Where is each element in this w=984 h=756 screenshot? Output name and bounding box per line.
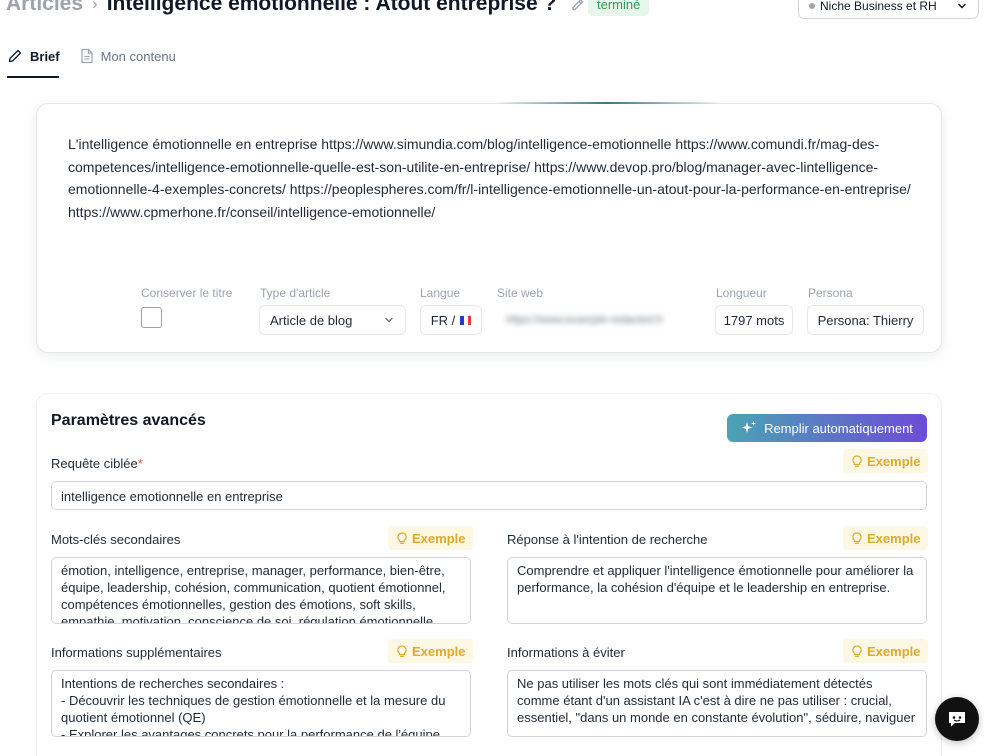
persona-label: Persona: [808, 286, 853, 300]
example-button-keywords[interactable]: Exemple: [388, 526, 474, 550]
pencil-icon: [7, 48, 23, 64]
brief-card-accent: [495, 102, 720, 104]
active-tab-indicator: [7, 76, 59, 78]
example-button-additional[interactable]: Exemple: [388, 639, 474, 663]
example-label: Exemple: [867, 643, 921, 659]
target-query-label: Requête ciblée*: [51, 456, 143, 471]
lightbulb-icon: [396, 644, 408, 658]
lightbulb-icon: [396, 531, 408, 545]
chat-bubble-icon: [946, 708, 968, 730]
chevron-down-icon: [956, 0, 968, 12]
autofill-button[interactable]: Remplir automatiquement: [727, 414, 927, 442]
website-label: Site web: [497, 286, 544, 300]
breadcrumb-articles-link[interactable]: Articles: [6, 0, 83, 16]
lightbulb-icon: [851, 531, 863, 545]
example-label: Exemple: [867, 530, 921, 546]
example-label: Exemple: [867, 453, 921, 469]
breadcrumb-separator: ›: [92, 0, 98, 13]
example-button-avoid[interactable]: Exemple: [843, 639, 929, 663]
article-type-label: Type d'article: [260, 286, 331, 300]
target-query-label-text: Requête ciblée: [51, 456, 138, 471]
niche-dot-icon: [809, 2, 815, 9]
length-value: 1797 mots: [723, 312, 785, 328]
edit-title-icon[interactable]: [570, 0, 586, 13]
example-label: Exemple: [412, 530, 466, 546]
article-type-select[interactable]: Article de blog: [259, 305, 406, 335]
tab-brief[interactable]: Brief: [7, 44, 60, 68]
brief-card: L'intelligence émotionnelle en entrepris…: [36, 103, 942, 353]
language-label: Langue: [420, 286, 461, 300]
avoid-info-label: Informations à éviter: [507, 645, 625, 660]
language-value: FR /: [430, 312, 456, 328]
autofill-button-label: Remplir automatiquement: [764, 420, 913, 436]
target-query-input[interactable]: intelligence emotionnelle en entreprise: [51, 481, 927, 510]
website-field[interactable]: https://www.example-redacted.fr: [496, 305, 701, 335]
additional-info-textarea[interactable]: Intentions de recherches secondaires : -…: [51, 670, 471, 737]
page-title: Intelligence émotionnelle : Atout entrep…: [106, 0, 557, 15]
language-select[interactable]: FR /: [420, 305, 482, 335]
conserve-title-label: Conserver le titre: [141, 286, 233, 300]
advanced-params-title: Paramètres avancés: [51, 412, 206, 429]
tab-bar: Brief Mon contenu: [7, 44, 196, 68]
required-marker: *: [137, 456, 143, 471]
persona-value: Persona: Thierry: [817, 312, 914, 328]
status-badge: terminé: [588, 0, 650, 16]
french-flag-icon: [460, 315, 472, 325]
secondary-keywords-textarea[interactable]: émotion, intelligence, entreprise, manag…: [51, 557, 471, 624]
avoid-info-textarea[interactable]: Ne pas utiliser les mots clés qui sont i…: [507, 670, 927, 737]
search-intent-label: Réponse à l'intention de recherche: [507, 532, 708, 547]
page-header: Articles › Intelligence émotionnelle : A…: [0, 0, 984, 22]
persona-select[interactable]: Persona: Thierry: [807, 305, 924, 335]
brief-textarea[interactable]: L'intelligence émotionnelle en entrepris…: [68, 133, 918, 223]
niche-select[interactable]: Niche Business et RH: [798, 0, 979, 19]
example-button-intent[interactable]: Exemple: [843, 526, 929, 550]
conserve-title-checkbox[interactable]: [141, 307, 162, 328]
sparkles-icon: [741, 420, 757, 436]
tab-brief-label: Brief: [30, 48, 60, 64]
additional-info-label: Informations supplémentaires: [51, 645, 222, 660]
document-icon: [80, 48, 94, 64]
niche-select-value: Niche Business et RH: [820, 0, 937, 13]
secondary-keywords-label: Mots-clés secondaires: [51, 532, 181, 547]
lightbulb-icon: [851, 454, 863, 468]
length-field[interactable]: 1797 mots: [715, 305, 793, 335]
length-label: Longueur: [716, 286, 767, 300]
chat-assistant-button[interactable]: [935, 697, 979, 741]
lightbulb-icon: [851, 644, 863, 658]
article-type-value: Article de blog: [270, 312, 353, 328]
example-label: Exemple: [412, 643, 466, 659]
search-intent-textarea[interactable]: Comprendre et appliquer l'intelligence é…: [507, 557, 927, 624]
tab-mon-contenu[interactable]: Mon contenu: [80, 44, 176, 68]
example-button-query[interactable]: Exemple: [843, 449, 929, 473]
website-value-blurred: https://www.example-redacted.fr: [506, 314, 664, 326]
advanced-params-card: Paramètres avancés Remplir automatiqueme…: [36, 393, 942, 756]
tab-mon-contenu-label: Mon contenu: [100, 48, 176, 64]
breadcrumb: Articles › Intelligence émotionnelle : A…: [6, 0, 586, 16]
chevron-down-icon: [383, 314, 395, 326]
